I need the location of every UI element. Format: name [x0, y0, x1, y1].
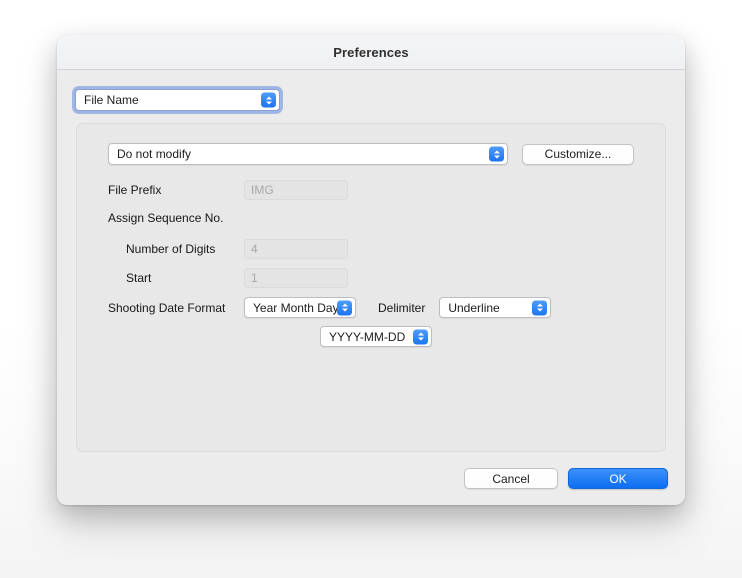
chevron-up-down-icon [337, 300, 352, 315]
date-pattern-select[interactable]: YYYY-MM-DD [320, 326, 432, 347]
date-pattern-row: YYYY-MM-DD [320, 326, 432, 347]
shooting-date-format-select[interactable]: Year Month Day [244, 297, 356, 318]
file-name-settings-panel: Do not modify Customize... File Prefix I… [76, 123, 666, 452]
assign-sequence-row: Assign Sequence No. [108, 211, 223, 225]
chevron-up-down-icon [532, 300, 547, 315]
shooting-date-format-label: Shooting Date Format [108, 301, 244, 315]
number-of-digits-label: Number of Digits [126, 242, 244, 256]
shooting-date-format-value: Year Month Day [253, 301, 339, 315]
number-of-digits-input[interactable]: 4 [244, 239, 348, 259]
start-label: Start [126, 271, 244, 285]
customize-button[interactable]: Customize... [522, 144, 634, 165]
category-select[interactable]: File Name [75, 89, 280, 111]
preferences-window: Preferences File Name Do not modify [57, 35, 685, 505]
window-body: File Name Do not modify Customize... [57, 70, 685, 505]
naming-rule-select[interactable]: Do not modify [108, 143, 508, 165]
assign-sequence-label: Assign Sequence No. [108, 211, 223, 225]
naming-rule-select-value: Do not modify [117, 147, 191, 161]
dialog-footer: Cancel OK [464, 468, 668, 489]
chevron-up-down-icon [413, 329, 428, 344]
shooting-date-format-row: Shooting Date Format Year Month Day Deli… [108, 297, 551, 318]
file-prefix-row: File Prefix IMG [108, 180, 348, 200]
naming-rule-row: Do not modify Customize... [108, 143, 634, 165]
delimiter-select-value: Underline [448, 301, 499, 315]
chevron-up-down-icon [489, 147, 504, 162]
cancel-button[interactable]: Cancel [464, 468, 558, 489]
window-titlebar: Preferences [57, 35, 685, 70]
ok-button[interactable]: OK [568, 468, 668, 489]
category-popup-wrap: File Name [75, 89, 280, 111]
chevron-up-down-icon [261, 93, 276, 108]
delimiter-label: Delimiter [378, 301, 425, 315]
category-select-value: File Name [84, 93, 139, 107]
file-prefix-input[interactable]: IMG [244, 180, 348, 200]
file-prefix-label: File Prefix [108, 183, 244, 197]
screen-backdrop: Preferences File Name Do not modify [0, 0, 742, 578]
delimiter-select[interactable]: Underline [439, 297, 551, 318]
start-input[interactable]: 1 [244, 268, 348, 288]
page-title: Preferences [333, 45, 409, 60]
start-row: Start 1 [126, 268, 348, 288]
date-pattern-select-value: YYYY-MM-DD [329, 330, 405, 344]
number-of-digits-row: Number of Digits 4 [126, 239, 348, 259]
